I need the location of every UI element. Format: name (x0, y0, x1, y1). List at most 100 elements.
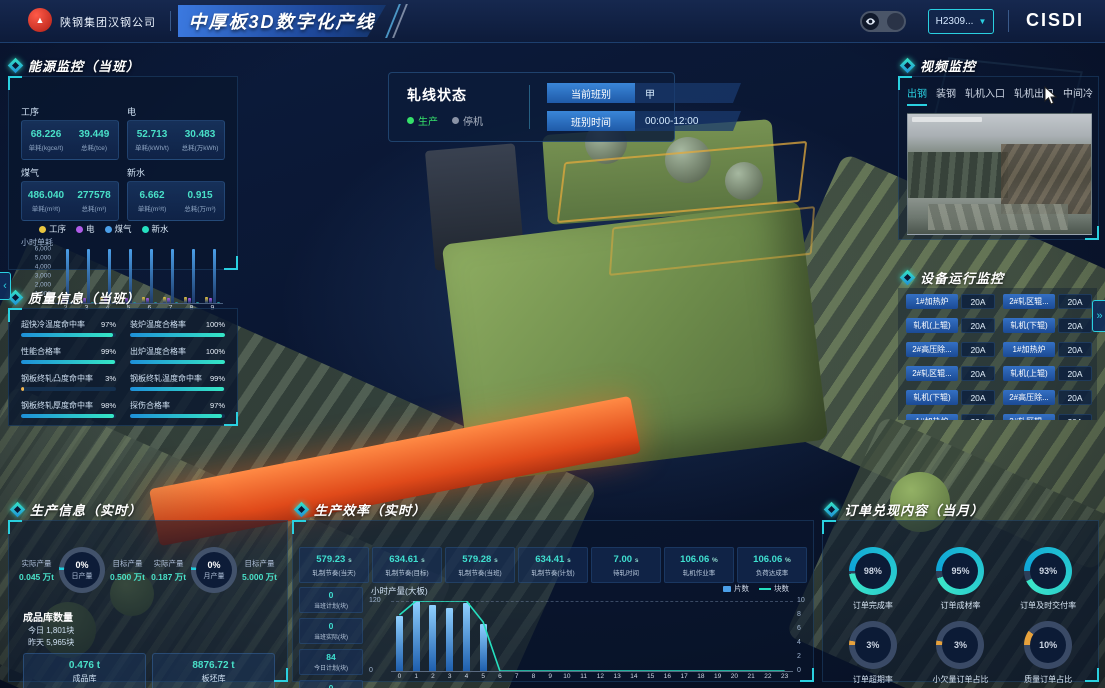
quality-bar-fill (130, 333, 225, 337)
brand-logo: CISDI (1026, 10, 1084, 31)
equipment-current-value: 20A (961, 366, 995, 381)
page-title: 中厚板3D数字化产线 (188, 8, 375, 34)
quality-bar-fill (21, 387, 24, 391)
eye-icon (862, 13, 879, 30)
stock-section-title: 成品库数量 (23, 609, 73, 624)
expand-chevron[interactable]: » (1092, 300, 1105, 332)
quality-bar-track (21, 414, 116, 418)
energy-bar (167, 298, 170, 303)
efficiency-panel: 579.23 s轧制节奏(当天)634.61 s轧制节奏(目标)579.28 s… (292, 520, 814, 682)
equipment-label-chip[interactable]: 轧机(上辊) (906, 318, 958, 333)
efficiency-card-value: 106.06 % (753, 554, 791, 565)
hourly-ytick-left: 0 (369, 667, 373, 674)
efficiency-side-card-3: 84今日计划(块) (299, 649, 363, 675)
dashboard-root: ▲ 陕钢集团汉钢公司 中厚板3D数字化产线 H2309... ▼ CISDI 能… (0, 0, 1105, 688)
efficiency-side-card-4: 0今日实际(块) (299, 680, 363, 688)
quality-items: 超快冷温度命中率97%装炉温度合格率100%性能合格率99%出炉温度合格率100… (21, 319, 225, 418)
side-card-value: 0 (329, 590, 334, 600)
quality-panel: 超快冷温度命中率97%装炉温度合格率100%性能合格率99%出炉温度合格率100… (8, 308, 238, 426)
energy-group-card: 52.713单耗(kWh/t)30.483总耗(万kWh) (127, 120, 225, 160)
video-tab-3[interactable]: 轧机入口 (965, 85, 1005, 106)
quality-item: 钢板终轧温度命中率99% (130, 373, 225, 391)
finished-stock-card: 0.476 t 成品库 (23, 653, 146, 688)
quality-item-label: 探伤合格率 (130, 400, 170, 411)
equipment-entry: 1#加热炉20A (1003, 342, 1092, 357)
hourly-xtick: 1 (408, 673, 425, 680)
energy-group: 工序68.226单耗(kgce/t)39.449总耗(tce) (21, 105, 119, 160)
hourly-ytick-right: 6 (797, 625, 801, 632)
daily-actual: 实际产量 0.045 万t (19, 558, 54, 583)
daily-output-ring: 0% 日产量 (59, 547, 105, 593)
equipment-entry: 1#加热炉20A (906, 294, 995, 309)
energy-panel: 工序68.226单耗(kgce/t)39.449总耗(tce)电52.713单耗… (8, 76, 238, 270)
hourly-ytick-right: 10 (797, 597, 805, 604)
equipment-label-chip[interactable]: 轧机(上辊) (1003, 366, 1055, 381)
camera-select-dropdown[interactable]: H2309... ▼ (928, 9, 994, 34)
video-tab-2[interactable]: 装钢 (936, 85, 956, 106)
equipment-label-chip[interactable]: 2#轧区辊... (906, 366, 958, 381)
energy-metric-label: 总耗(m³) (82, 203, 107, 213)
legend-dot-icon (39, 226, 46, 233)
equipment-label-chip[interactable]: 1#加热炉 (1003, 342, 1055, 357)
energy-group: 新水6.662单耗(m³/t)0.915总耗(万m³) (127, 166, 225, 221)
quality-bar-track (130, 333, 225, 337)
energy-metric: 277578 总耗(m³) (70, 182, 118, 220)
equipment-label-chip[interactable]: 2#轧区辊... (1003, 414, 1055, 420)
equipment-entry: 2#轧区辊...20A (1003, 294, 1092, 309)
quality-item-value: 100% (206, 320, 225, 329)
video-tab-5[interactable]: 中间冷 (1063, 85, 1093, 106)
energy-bar (209, 298, 212, 303)
equipment-entry: 1#加热炉20A (906, 414, 995, 420)
energy-bar (154, 302, 157, 303)
video-tab-1[interactable]: 出钢 (907, 85, 927, 106)
energy-group: 电52.713单耗(kWh/t)30.483总耗(万kWh) (127, 105, 225, 160)
equipment-label-chip[interactable]: 轧机(下辊) (1003, 318, 1055, 333)
equipment-label-chip[interactable]: 1#加热炉 (906, 294, 958, 309)
energy-metric-value: 30.483 (185, 129, 216, 140)
left-edge-tab[interactable]: ‹ (0, 272, 11, 300)
energy-panel-title: 能源监控（当班） (10, 56, 140, 75)
equipment-label-chip[interactable]: 轧机(下辊) (906, 390, 958, 405)
energy-metric: 68.226单耗(kgce/t) (22, 121, 70, 159)
hourly-xtick: 3 (441, 673, 458, 680)
equipment-label-chip[interactable]: 1#加热炉 (906, 414, 958, 420)
order-donut-value: 3% (954, 640, 967, 650)
hourly-xtick: 0 (391, 673, 408, 680)
energy-legend-item: 工序 (39, 223, 66, 235)
quality-item-value: 99% (101, 347, 116, 356)
order-donut: 10% (1024, 621, 1072, 669)
video-feed[interactable] (907, 113, 1092, 235)
efficiency-card-3: 579.28 s轧制节奏(当班) (445, 547, 515, 583)
energy-metric-value: 277578 (77, 190, 110, 201)
orders-panel-title: 订单兑现内容（当月） (826, 500, 984, 519)
equipment-entry: 2#高压除...20A (906, 342, 995, 357)
efficiency-card-6: 106.06 %轧机作业率 (664, 547, 734, 583)
equipment-label-chip[interactable]: 2#高压除... (1003, 390, 1055, 405)
equipment-label-chip[interactable]: 2#轧区辊... (1003, 294, 1055, 309)
visibility-toggle[interactable] (860, 11, 906, 32)
hourly-xtick: 13 (609, 673, 626, 680)
efficiency-card-unit: % (783, 557, 791, 564)
order-donut-label: 订单成材率 (940, 600, 980, 611)
header-bar: ▲ 陕钢集团汉钢公司 中厚板3D数字化产线 H2309... ▼ CISDI (0, 0, 1105, 43)
equipment-label-chip[interactable]: 2#高压除... (906, 342, 958, 357)
energy-bar-group (160, 249, 181, 303)
legend-dot-icon (142, 226, 149, 233)
hourly-xtick: 22 (760, 673, 777, 680)
order-donut-label: 小欠量订单占比 (932, 674, 988, 685)
daily-output-group: 实际产量 0.045 万t 0% 日产量 目标产量 0.500 万t (19, 547, 145, 593)
legend-line-series: 块数 (759, 583, 789, 594)
order-donut-label: 订单超期率 (853, 674, 893, 685)
quality-bar-track (21, 333, 116, 337)
hourly-xtick: 2 (425, 673, 442, 680)
quality-item-value: 97% (101, 320, 116, 329)
side-card-value: 0 (329, 621, 334, 631)
quality-item-value: 97% (210, 401, 225, 410)
efficiency-card-label: 轧制节奏(计划) (531, 567, 574, 577)
energy-legend-label: 工序 (49, 223, 66, 235)
monthly-output-ring: 0% 月产量 (191, 547, 237, 593)
efficiency-card-1: 579.23 s轧制节奏(当天) (299, 547, 369, 583)
order-metric-top-1: 98%订单完成率 (829, 547, 917, 611)
efficiency-card-unit: s (633, 557, 638, 564)
stock-cards: 0.476 t 成品库 8876.72 t 板坯库 (23, 653, 275, 688)
